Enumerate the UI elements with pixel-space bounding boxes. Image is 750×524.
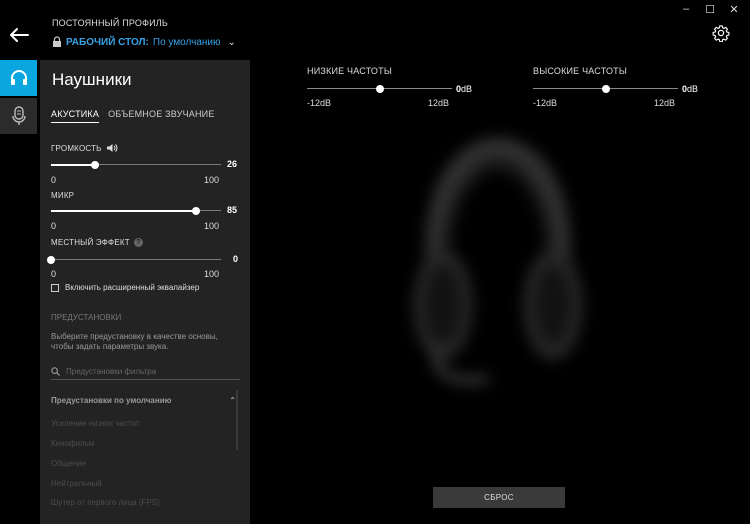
preset-item[interactable]: Усиление низких частот bbox=[51, 419, 140, 428]
bass-label: НИЗКИЕ ЧАСТОТЫ bbox=[307, 66, 392, 76]
sidetone-slider-knob[interactable] bbox=[47, 256, 55, 264]
advanced-eq-label: Включить расширенный эквалайзер bbox=[65, 283, 200, 292]
rail-headphones[interactable] bbox=[0, 60, 37, 96]
headphones-icon bbox=[10, 70, 27, 85]
presets-heading: ПРЕДУСТАНОВКИ bbox=[51, 313, 122, 322]
preset-group-title: Предустановки по умолчанию bbox=[51, 396, 172, 405]
treble-min: -12dB bbox=[533, 98, 558, 108]
sidetone-slider[interactable] bbox=[47, 255, 221, 265]
treble-value: 0dB bbox=[682, 84, 698, 94]
preset-group-header[interactable]: Предустановки по умолчанию ⌃ bbox=[51, 396, 236, 405]
bass-min: -12dB bbox=[307, 98, 332, 108]
preset-filter-input[interactable] bbox=[66, 366, 226, 376]
back-arrow-icon[interactable] bbox=[8, 26, 30, 44]
sidetone-label: МЕСТНЫЙ ЭФФЕКТ bbox=[51, 238, 130, 247]
help-icon[interactable]: ? bbox=[133, 238, 143, 247]
volume-max: 100 bbox=[204, 175, 220, 185]
profile-value: По умолчанию bbox=[152, 36, 221, 48]
profile-selector[interactable]: РАБОЧИЙ СТОЛ: По умолчанию ⌄ bbox=[52, 36, 236, 48]
bass-max: 12dB bbox=[428, 98, 450, 108]
mic-slider[interactable] bbox=[51, 206, 221, 216]
bass-slider-knob[interactable] bbox=[375, 85, 384, 93]
profile-name: РАБОЧИЙ СТОЛ: bbox=[66, 36, 149, 48]
tabs: АКУСТИКА ОБЪЕМНОЕ ЗВУЧАНИЕ bbox=[51, 109, 215, 123]
reset-button[interactable]: СБРОС bbox=[433, 487, 565, 508]
sidetone-value: 0 bbox=[233, 254, 239, 264]
lock-icon bbox=[53, 36, 61, 47]
preset-item[interactable]: Шутер от первого лица (FPS) bbox=[51, 498, 160, 507]
chevron-up-icon: ⌃ bbox=[229, 396, 236, 405]
volume-label-row: ГРОМКОСТЬ bbox=[51, 143, 118, 153]
bass-slider[interactable] bbox=[307, 84, 452, 94]
speaker-icon bbox=[106, 144, 117, 152]
volume-slider-knob[interactable] bbox=[91, 161, 100, 169]
presets-description: Выберите предустановку в качестве основы… bbox=[51, 332, 218, 351]
close-button[interactable]: ✕ bbox=[722, 2, 746, 16]
bass-value: 0dB bbox=[456, 84, 472, 94]
chevron-down-icon: ⌄ bbox=[227, 36, 236, 48]
preset-item[interactable]: Нейтральный bbox=[51, 479, 102, 488]
tab-acoustics[interactable]: АКУСТИКА bbox=[51, 109, 100, 123]
treble-label: ВЫСОКИЕ ЧАСТОТЫ bbox=[533, 66, 628, 76]
window-controls: – ☐ ✕ bbox=[674, 2, 746, 16]
sidetone-max: 100 bbox=[204, 269, 220, 279]
sidetone-label-row: МЕСТНЫЙ ЭФФЕКТ ? bbox=[51, 238, 143, 247]
maximize-button[interactable]: ☐ bbox=[698, 2, 722, 16]
mic-value: 85 bbox=[227, 205, 238, 215]
preset-scrollbar[interactable] bbox=[236, 390, 238, 450]
sidetone-min: 0 bbox=[51, 269, 57, 279]
settings-panel: Наушники АКУСТИКА ОБЪЕМНОЕ ЗВУЧАНИЕ ГРОМ… bbox=[40, 60, 250, 524]
volume-value: 26 bbox=[227, 159, 238, 169]
volume-label: ГРОМКОСТЬ bbox=[51, 143, 102, 153]
headset-image bbox=[413, 136, 583, 386]
preset-filter[interactable] bbox=[51, 363, 240, 380]
mic-label-text: МИКР bbox=[51, 191, 75, 200]
rail-microphone[interactable] bbox=[0, 98, 37, 134]
tab-surround[interactable]: ОБЪЕМНОЕ ЗВУЧАНИЕ bbox=[108, 109, 214, 123]
preset-item[interactable]: Общение bbox=[51, 459, 86, 468]
treble-slider[interactable] bbox=[533, 84, 678, 94]
volume-slider[interactable] bbox=[51, 160, 221, 170]
volume-min: 0 bbox=[51, 175, 57, 185]
mic-label: МИКР bbox=[51, 191, 74, 200]
profile-caption: ПОСТОЯННЫЙ ПРОФИЛЬ bbox=[52, 18, 168, 28]
preset-item[interactable]: Кинофильм bbox=[51, 439, 94, 448]
mic-max: 100 bbox=[204, 221, 220, 231]
minimize-button[interactable]: – bbox=[674, 2, 698, 16]
checkbox-box[interactable] bbox=[51, 283, 59, 292]
mic-min: 0 bbox=[51, 221, 57, 231]
treble-value-unit: dB bbox=[687, 84, 699, 94]
treble-max: 12dB bbox=[654, 98, 676, 108]
bass-value-unit: dB bbox=[461, 84, 473, 94]
advanced-eq-checkbox[interactable]: Включить расширенный эквалайзер bbox=[51, 283, 199, 292]
search-icon bbox=[51, 366, 60, 376]
gear-icon[interactable] bbox=[712, 24, 730, 42]
mic-slider-knob[interactable] bbox=[191, 207, 200, 215]
panel-title: Наушники bbox=[52, 70, 132, 89]
treble-slider-knob[interactable] bbox=[601, 85, 610, 93]
microphone-icon bbox=[11, 106, 26, 125]
